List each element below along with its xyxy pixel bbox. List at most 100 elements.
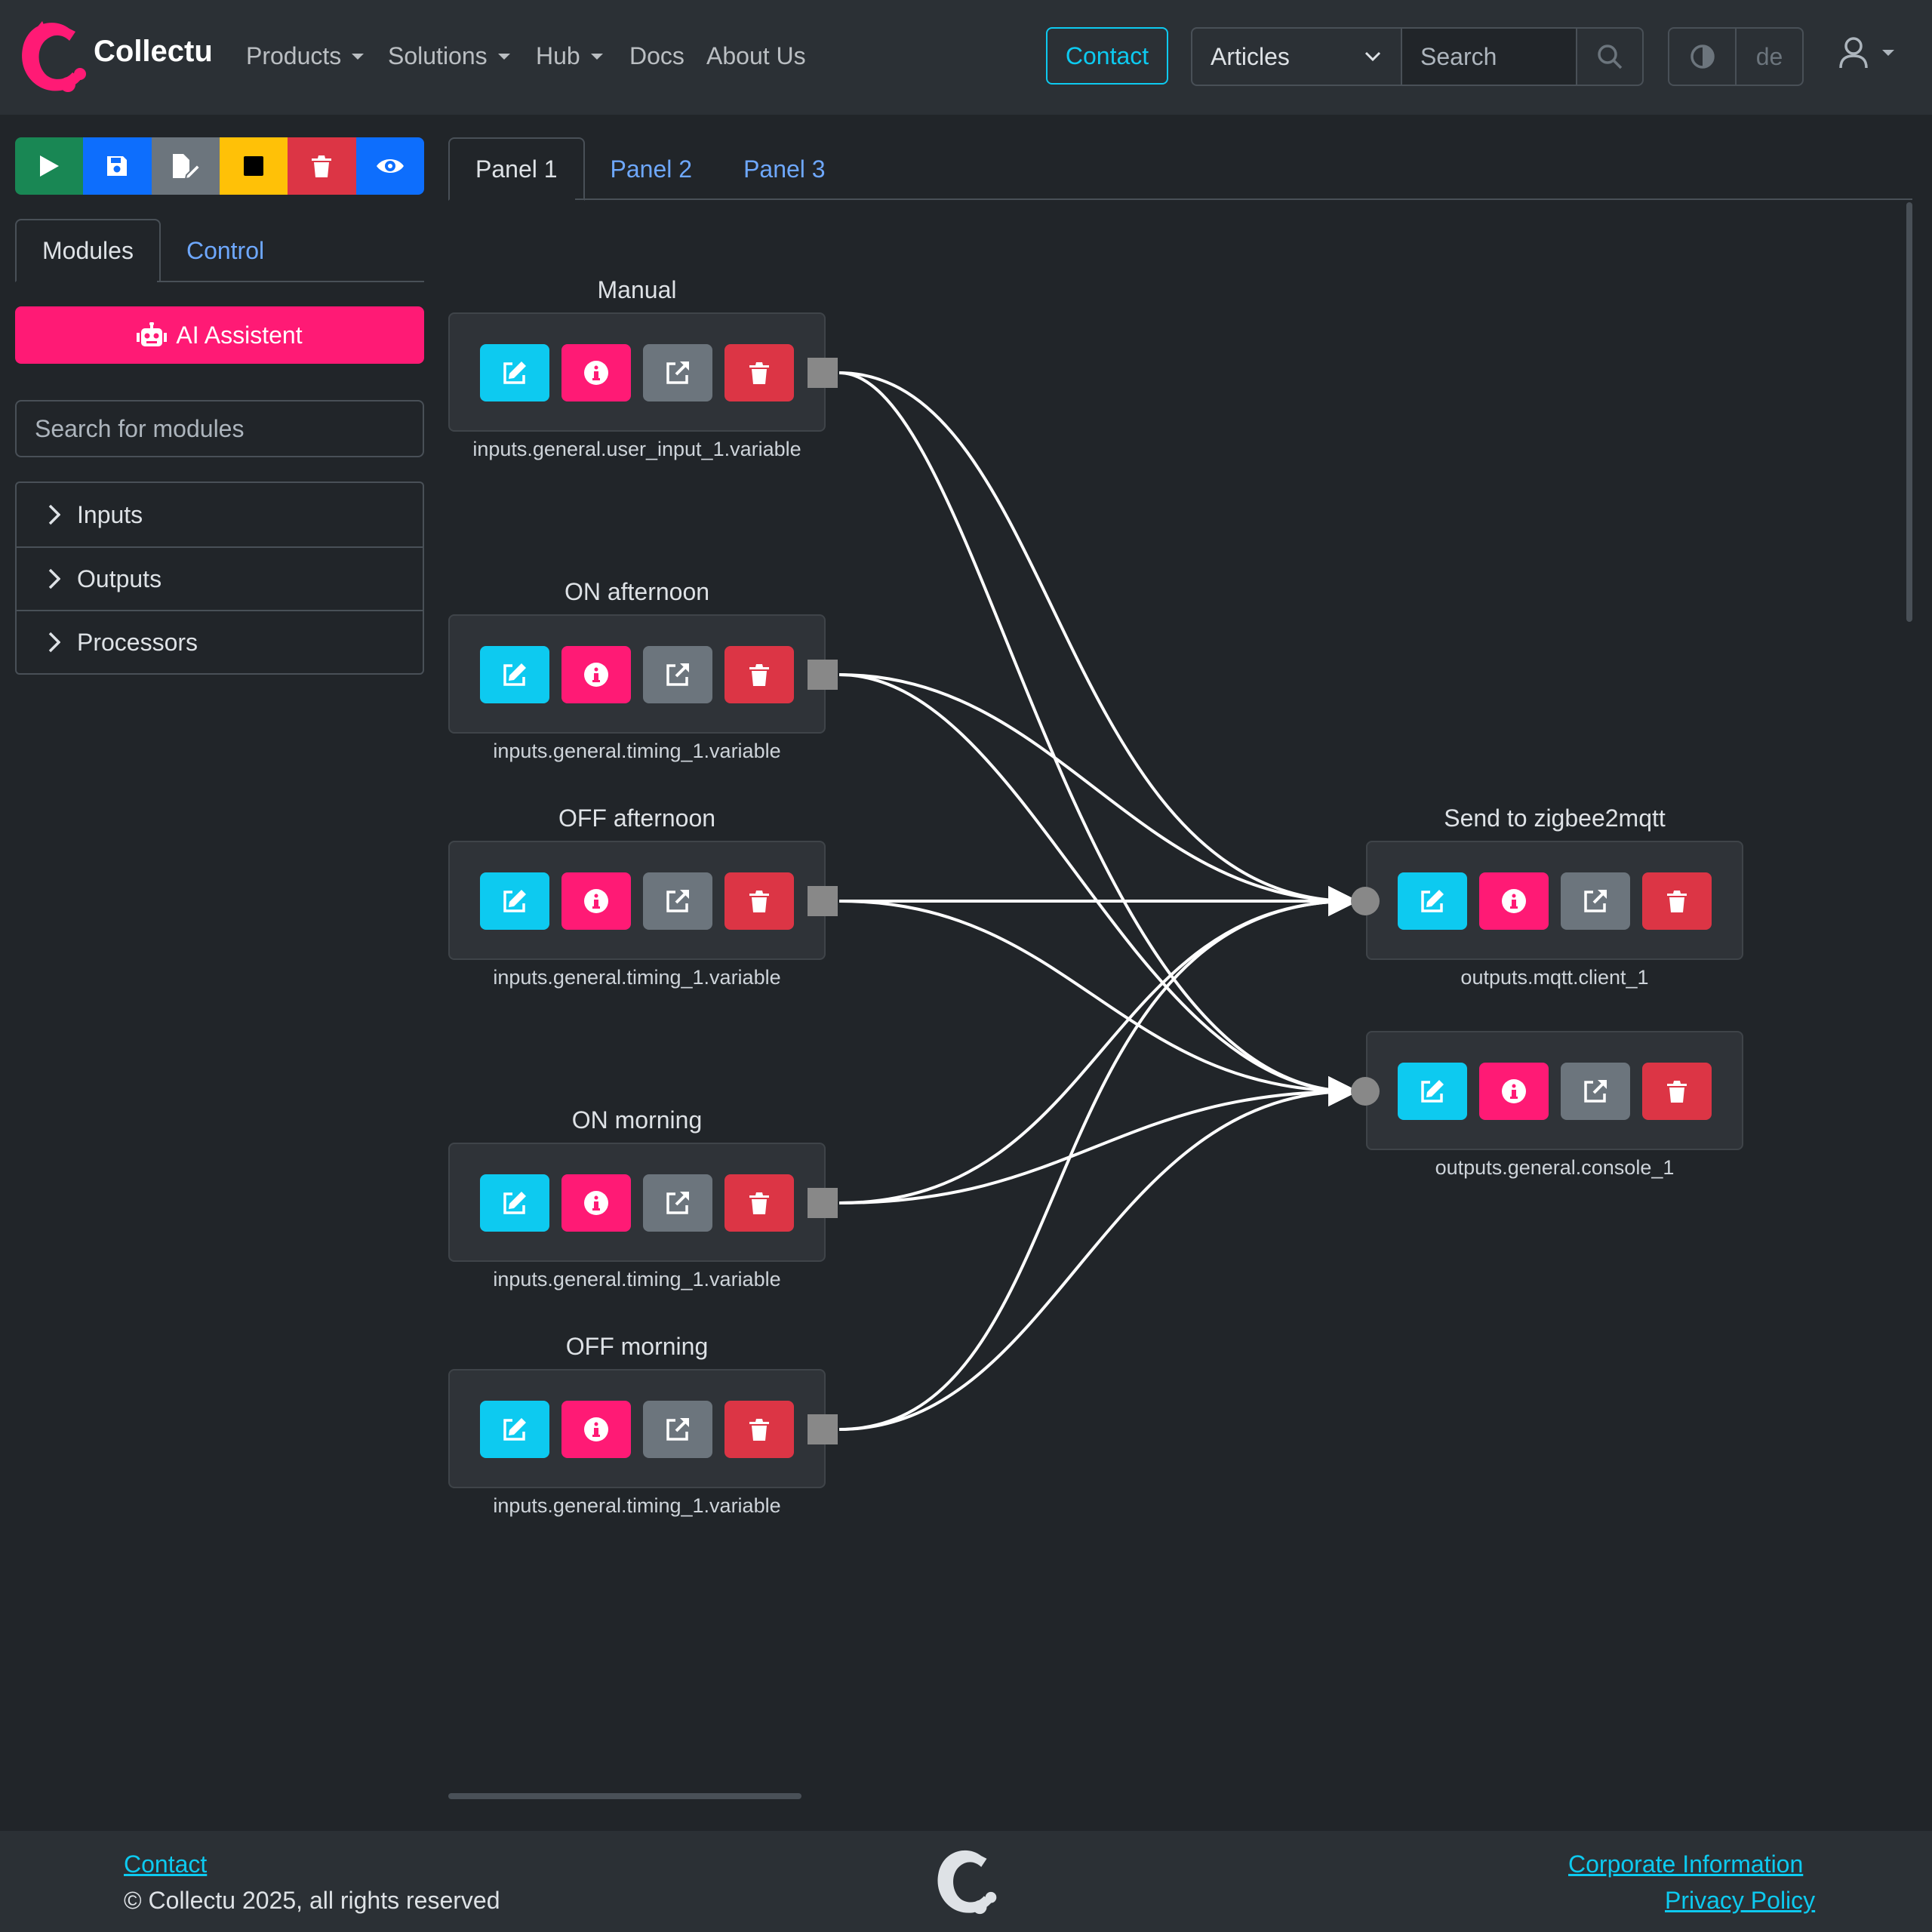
external-link-icon	[666, 361, 689, 384]
node-edit-button[interactable]	[1398, 1063, 1467, 1120]
trash-icon	[1667, 1081, 1687, 1103]
app-root: Collectu Products Solutions Hub Docs Abo…	[0, 0, 1932, 1932]
node-module-send-to-zigbee2mqtt: outputs.mqtt.client_1	[1460, 966, 1649, 989]
node-info-button[interactable]	[1479, 872, 1549, 930]
node-delete-button[interactable]	[724, 872, 794, 930]
node-actions	[480, 872, 794, 930]
footer-contact-link[interactable]: Contact	[124, 1850, 207, 1878]
wire-off-afternoon-to-console[interactable]	[838, 900, 1358, 1106]
node-open-button[interactable]	[643, 1174, 712, 1232]
node-info-button[interactable]	[561, 1174, 631, 1232]
footer-corporate-link[interactable]: Corporate Information	[1568, 1850, 1803, 1878]
external-link-icon	[1584, 1080, 1607, 1103]
node-delete-button[interactable]	[1642, 872, 1712, 930]
wire-manual-to-console[interactable]	[838, 371, 1358, 1106]
node-open-button[interactable]	[643, 344, 712, 401]
wire-on-afternoon-to-mqtt[interactable]	[838, 673, 1358, 916]
external-link-icon	[666, 890, 689, 912]
info-circle-icon	[584, 889, 608, 913]
edit-icon	[503, 663, 526, 686]
footer-copyright: © Collectu 2025, all rights reserved	[124, 1887, 500, 1914]
wire-off-morning-to-console[interactable]	[838, 1076, 1358, 1431]
output-port[interactable]	[808, 1414, 838, 1444]
external-link-icon	[666, 663, 689, 686]
node-on-afternoon[interactable]	[448, 614, 826, 734]
node-open-button[interactable]	[1561, 1063, 1630, 1120]
trash-icon	[749, 1192, 769, 1214]
trash-icon	[749, 1419, 769, 1441]
external-link-icon	[666, 1192, 689, 1214]
node-info-button[interactable]	[561, 1401, 631, 1458]
node-title-on-morning: ON morning	[571, 1106, 703, 1134]
node-info-button[interactable]	[561, 646, 631, 703]
node-module-on-morning: inputs.general.timing_1.variable	[493, 1268, 781, 1291]
output-port[interactable]	[808, 358, 838, 388]
wire-off-morning-to-mqtt[interactable]	[838, 886, 1358, 1431]
node-title-manual: Manual	[597, 276, 677, 303]
node-actions	[480, 344, 794, 401]
node-title-off-morning: OFF morning	[565, 1333, 709, 1360]
trash-icon	[749, 891, 769, 912]
wire-on-afternoon-to-console[interactable]	[838, 673, 1358, 1106]
info-circle-icon	[584, 361, 608, 385]
node-actions	[480, 1401, 794, 1458]
node-open-button[interactable]	[643, 872, 712, 930]
wire-on-morning-to-mqtt[interactable]	[838, 886, 1358, 1204]
wire-on-morning-to-console[interactable]	[838, 1076, 1358, 1204]
node-title-send-to-zigbee2mqtt: Send to zigbee2mqtt	[1444, 804, 1666, 832]
node-module-off-morning: inputs.general.timing_1.variable	[493, 1494, 781, 1517]
node-actions	[480, 646, 794, 703]
node-title-on-afternoon: ON afternoon	[564, 578, 710, 605]
output-port[interactable]	[808, 1188, 838, 1218]
node-actions	[480, 1174, 794, 1232]
node-module-off-afternoon: inputs.general.timing_1.variable	[493, 966, 781, 989]
collectu-logo-icon	[937, 1850, 997, 1915]
node-edit-button[interactable]	[1398, 872, 1467, 930]
node-off-morning[interactable]	[448, 1369, 826, 1488]
node-edit-button[interactable]	[480, 1174, 549, 1232]
footer-logo[interactable]	[933, 1846, 999, 1922]
wire-manual-to-mqtt[interactable]	[838, 371, 1358, 916]
node-open-button[interactable]	[1561, 872, 1630, 930]
node-actions	[1398, 1063, 1712, 1120]
node-delete-button[interactable]	[724, 1401, 794, 1458]
node-edit-button[interactable]	[480, 1401, 549, 1458]
node-send-to-zigbee2mqtt[interactable]	[1366, 841, 1743, 960]
node-info-button[interactable]	[561, 872, 631, 930]
external-link-icon	[666, 1418, 689, 1441]
node-info-button[interactable]	[1479, 1063, 1549, 1120]
node-title-off-afternoon: OFF afternoon	[558, 804, 716, 832]
node-delete-button[interactable]	[724, 344, 794, 401]
trash-icon	[749, 664, 769, 686]
output-port[interactable]	[808, 886, 838, 916]
node-edit-button[interactable]	[480, 872, 549, 930]
info-circle-icon	[584, 1191, 608, 1215]
node-module-manual: inputs.general.user_input_1.variable	[472, 438, 801, 460]
input-port[interactable]	[1351, 887, 1380, 915]
edit-icon	[503, 361, 526, 384]
node-delete-button[interactable]	[724, 646, 794, 703]
node-actions	[1398, 872, 1712, 930]
node-console[interactable]	[1366, 1031, 1743, 1150]
node-manual[interactable]	[448, 312, 826, 432]
node-off-afternoon[interactable]	[448, 841, 826, 960]
edit-icon	[1421, 1080, 1444, 1103]
footer-privacy-link[interactable]: Privacy Policy	[1665, 1887, 1815, 1915]
edit-icon	[1421, 890, 1444, 912]
node-module-on-afternoon: inputs.general.timing_1.variable	[493, 740, 781, 762]
edit-icon	[503, 890, 526, 912]
node-edit-button[interactable]	[480, 646, 549, 703]
node-module-console: outputs.general.console_1	[1435, 1156, 1675, 1179]
input-port[interactable]	[1351, 1077, 1380, 1106]
node-open-button[interactable]	[643, 1401, 712, 1458]
info-circle-icon	[1502, 889, 1526, 913]
node-delete-button[interactable]	[724, 1174, 794, 1232]
node-open-button[interactable]	[643, 646, 712, 703]
output-port[interactable]	[808, 660, 838, 690]
info-circle-icon	[584, 663, 608, 687]
info-circle-icon	[1502, 1079, 1526, 1103]
node-edit-button[interactable]	[480, 344, 549, 401]
node-on-morning[interactable]	[448, 1143, 826, 1262]
node-delete-button[interactable]	[1642, 1063, 1712, 1120]
node-info-button[interactable]	[561, 344, 631, 401]
